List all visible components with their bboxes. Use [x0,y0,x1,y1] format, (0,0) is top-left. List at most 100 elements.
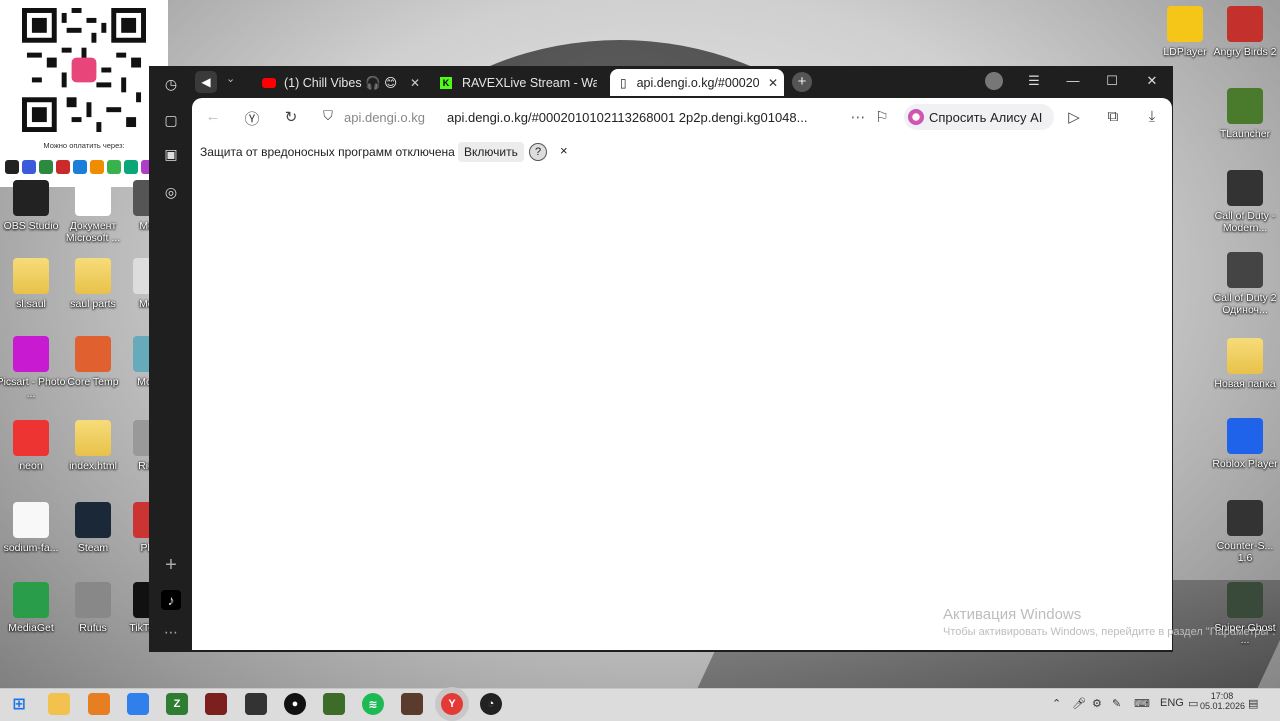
desktop-icon-label: Picsart - Photo ... [0,376,66,400]
desktop-icon[interactable]: sl.saul [0,258,62,310]
address-url[interactable]: api.dengi.o.kg/#0002010102113268001 2p2p… [447,110,827,125]
spotify-icon[interactable]: ≋ [362,693,384,715]
bank-app-icon [107,160,121,174]
folder-icon [1227,338,1263,374]
desktop-icon[interactable]: Picsart - Photo ... [0,336,65,400]
clock[interactable]: 17:08 05.01.2026 [1200,691,1245,711]
date: 05.01.2026 [1200,701,1246,711]
ldplayer-icon [1167,6,1203,42]
mediaget-icon [13,582,49,618]
tab-youtube[interactable]: (1) Chill Vibes 🎧 😊 ✕ [256,69,426,96]
yandex-home-icon[interactable]: Ⓨ [242,108,262,129]
bank-app-icon [56,160,70,174]
desktop-icon-label: Angry Birds 2 [1213,46,1277,58]
language-indicator[interactable]: ENG [1160,697,1184,709]
desktop-icon[interactable]: Call of Duty 2 Одиноч... [1213,252,1277,316]
qr-caption: Можно оплатить через: [43,141,125,150]
app-icon[interactable] [88,693,110,715]
tab-active-dengi[interactable]: ▯ api.dengi.o.kg/#000201 ✕ [610,69,784,96]
mail-icon[interactable]: ▣ [161,146,181,163]
reload-icon[interactable]: ↻ [281,108,301,126]
app-icon[interactable] [245,693,267,715]
back-icon[interactable]: ← [203,108,223,125]
desktop-icon[interactable]: saul parts [62,258,124,310]
desktop-icon[interactable]: Counter-S... 1.6 [1214,500,1276,564]
desktop-icon[interactable]: Rufus [62,582,124,634]
desktop-icon-label: OBS Studio [3,220,59,232]
network-icon[interactable]: ▭ [1188,697,1198,710]
tab-list-chevron-icon[interactable]: ⌄ [226,72,235,85]
yandex-browser-icon[interactable]: Y [441,693,463,715]
desktop-icon[interactable]: sodium-fa... [0,502,62,554]
desktop-icon[interactable]: Новая папка [1214,338,1276,390]
desktop-icon[interactable]: TLauncher [1214,88,1276,140]
desktop-icon[interactable]: Steam [62,502,124,554]
bookmark-icon[interactable]: ⚐ [872,108,892,126]
start-icon[interactable]: ⊞ [8,693,30,715]
keyboard-icon[interactable]: ⌨ [1134,697,1150,710]
ask-alice-button[interactable]: Спросить Алису AI [904,104,1054,130]
close-icon[interactable]: ✕ [410,76,426,90]
obs-icon[interactable]: ● [284,693,306,715]
camera-icon[interactable]: ◎ [161,184,181,201]
desktop-icon[interactable]: Roblox Player [1212,418,1278,470]
shield-icon[interactable]: ⛉ [318,108,338,124]
download-icon[interactable]: ⤓ [1142,108,1162,125]
picsart-icon [13,336,49,372]
desktop-icon[interactable]: neon [0,420,62,472]
steam-icon [75,502,111,538]
desktop-icon[interactable]: Core Temp [62,336,124,388]
new-tab-button[interactable]: + [792,72,812,92]
collections-icon[interactable]: ▢ [161,112,181,129]
desktop-icon-label: Counter-S... 1.6 [1216,540,1274,564]
game-icon[interactable] [401,693,423,715]
cod-icon [1227,170,1263,206]
close-notice-icon[interactable]: × [560,143,568,158]
pen-icon[interactable]: ✎ [1112,697,1121,710]
activation-title: Активация Windows [943,606,1082,623]
more-icon[interactable]: ⋯ [161,624,181,641]
desktop-icon[interactable]: OBS Studio [0,180,62,232]
help-icon[interactable]: ? [529,143,547,161]
notification-icon[interactable]: ▤ [1248,697,1258,710]
profile-icon[interactable] [985,72,1003,90]
desktop-icon[interactable]: Angry Birds 2 [1213,6,1277,58]
desktop-icon[interactable]: MediaGet [0,582,62,634]
close-icon[interactable]: ✕ [768,76,784,90]
app-icon[interactable]: Z [166,693,188,715]
sound-icon[interactable]: ◀ [195,71,217,93]
tiktok-icon[interactable]: ♪ [161,590,181,610]
payment-apps [5,160,172,174]
cod2-icon [1227,252,1263,288]
enable-protection-button[interactable]: Включить [458,142,524,162]
gear-icon[interactable]: ⚙ [1092,697,1102,710]
desktop-icon[interactable]: Документ Microsoft ... [62,180,124,244]
bank-app-icon [90,160,104,174]
maximize-icon[interactable]: ☐ [1102,73,1122,89]
extensions-icon[interactable]: ⧉ [1103,108,1123,125]
close-window-icon[interactable]: ✕ [1142,73,1162,89]
desktop-icon[interactable]: Call of Duty - Modern... [1214,170,1276,234]
menu-icon[interactable]: ☰ [1024,73,1044,89]
minimize-icon[interactable]: — [1063,73,1083,88]
more-dots-icon[interactable]: ⋯ [848,108,868,126]
explorer-icon[interactable] [48,693,70,715]
desktop-icon-label: sl.saul [16,298,46,310]
kick-icon: K [440,76,452,89]
youtube-icon [262,77,276,88]
tab-kick[interactable]: K RAVEXLive Stream - Watch [434,69,602,96]
desktop-icon[interactable]: LDPlayer [1154,6,1216,58]
store-icon[interactable] [127,693,149,715]
mic-icon[interactable]: 🎤︎ [1072,697,1086,710]
minecraft-icon[interactable] [323,693,345,715]
qr-payment-panel: Можно оплатить через: [0,0,172,187]
tray-chevron-icon[interactable]: ⌃ [1052,697,1061,710]
add-panel-icon[interactable]: + [161,554,181,577]
history-icon[interactable]: ◷ [161,76,181,93]
app-icon[interactable]: ◔ [480,693,502,715]
desktop-icon[interactable]: index.html [62,420,124,472]
video-icon[interactable]: ▷ [1064,108,1084,126]
game-icon[interactable] [205,693,227,715]
tab-title: api.dengi.o.kg/#000201 [636,75,759,90]
obs-icon [13,180,49,216]
